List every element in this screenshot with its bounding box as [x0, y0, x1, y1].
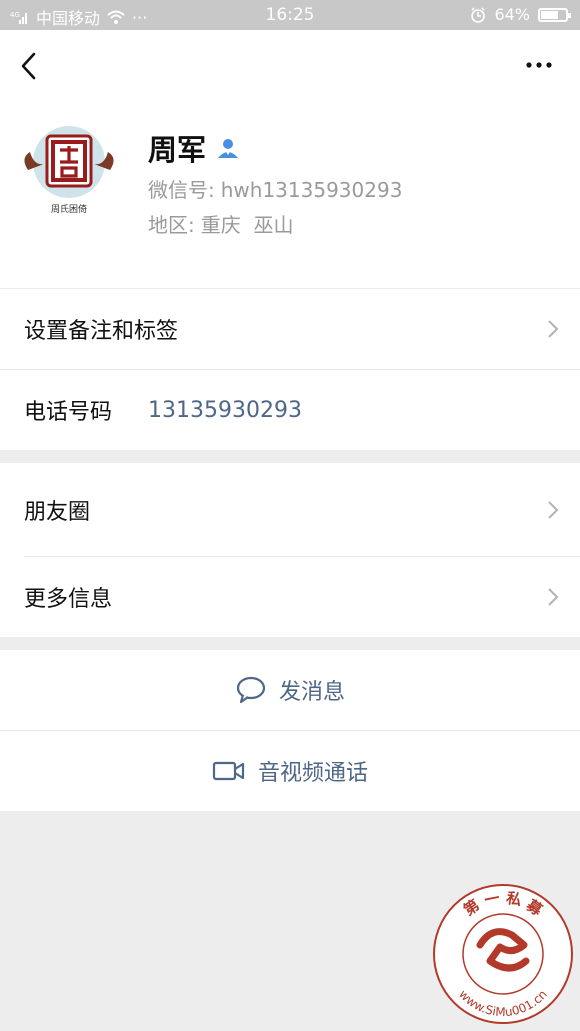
region-value: 重庆 巫山	[200, 213, 294, 237]
moments-section: 朋友圈 更多信息	[0, 463, 580, 637]
actions-section: 发消息 音视频通话	[0, 650, 580, 811]
video-call-label: 音视频通话	[257, 761, 368, 786]
remark-row[interactable]: 设置备注和标签	[0, 289, 580, 369]
region-label: 地区:	[148, 213, 195, 237]
phone-number-link[interactable]: 13135930293	[148, 398, 302, 423]
moments-row[interactable]: 朋友圈	[0, 463, 580, 556]
video-camera-icon	[212, 761, 245, 781]
wechat-id-value: hwh13135930293	[220, 178, 403, 202]
status-bar: 4G 中国移动 ··· 16:25 64%	[0, 0, 580, 30]
wechat-id-label: 微信号:	[148, 178, 215, 202]
chevron-right-icon	[548, 588, 559, 606]
battery-icon	[538, 7, 571, 22]
alarm-icon	[471, 6, 486, 23]
contact-name-block: 周军	[148, 127, 240, 169]
battery-fill	[541, 10, 558, 19]
chevron-right-icon	[548, 320, 559, 338]
back-icon[interactable]	[14, 48, 46, 84]
avatar[interactable]: 周氏困倚	[20, 122, 118, 220]
more-info-label: 更多信息	[24, 587, 113, 612]
verified-user-icon	[218, 139, 239, 158]
phone-label: 电话号码	[24, 400, 113, 425]
avatar-caption: 周氏困倚	[51, 203, 87, 215]
phone-row: 电话号码 13135930293	[0, 370, 580, 450]
more-icon[interactable]	[520, 52, 560, 78]
battery-percent: 64%	[494, 5, 530, 24]
moments-label: 朋友圈	[24, 499, 91, 525]
chevron-right-icon	[548, 500, 559, 519]
profile-card: 周氏困倚 周军 微信号: hwh13135930293 地区: 重庆 巫山	[0, 30, 580, 288]
contact-name: 周军	[148, 133, 207, 167]
more-info-row[interactable]: 更多信息	[0, 557, 580, 637]
watermark-logo: 第 一 私 募 www.SiMu001.cn	[433, 884, 573, 1024]
send-message-button[interactable]: 发消息	[0, 650, 580, 730]
chat-bubble-icon	[236, 676, 266, 704]
info-section: 设置备注和标签 电话号码 13135930293	[0, 289, 580, 450]
region: 地区: 重庆 巫山	[148, 209, 293, 238]
status-right: 64%	[470, 5, 571, 24]
send-message-label: 发消息	[278, 680, 345, 705]
avatar-logo-icon: 周氏困倚	[24, 126, 114, 215]
wechat-id: 微信号: hwh13135930293	[148, 174, 402, 203]
remark-label: 设置备注和标签	[24, 319, 179, 344]
video-call-button[interactable]: 音视频通话	[0, 731, 580, 811]
